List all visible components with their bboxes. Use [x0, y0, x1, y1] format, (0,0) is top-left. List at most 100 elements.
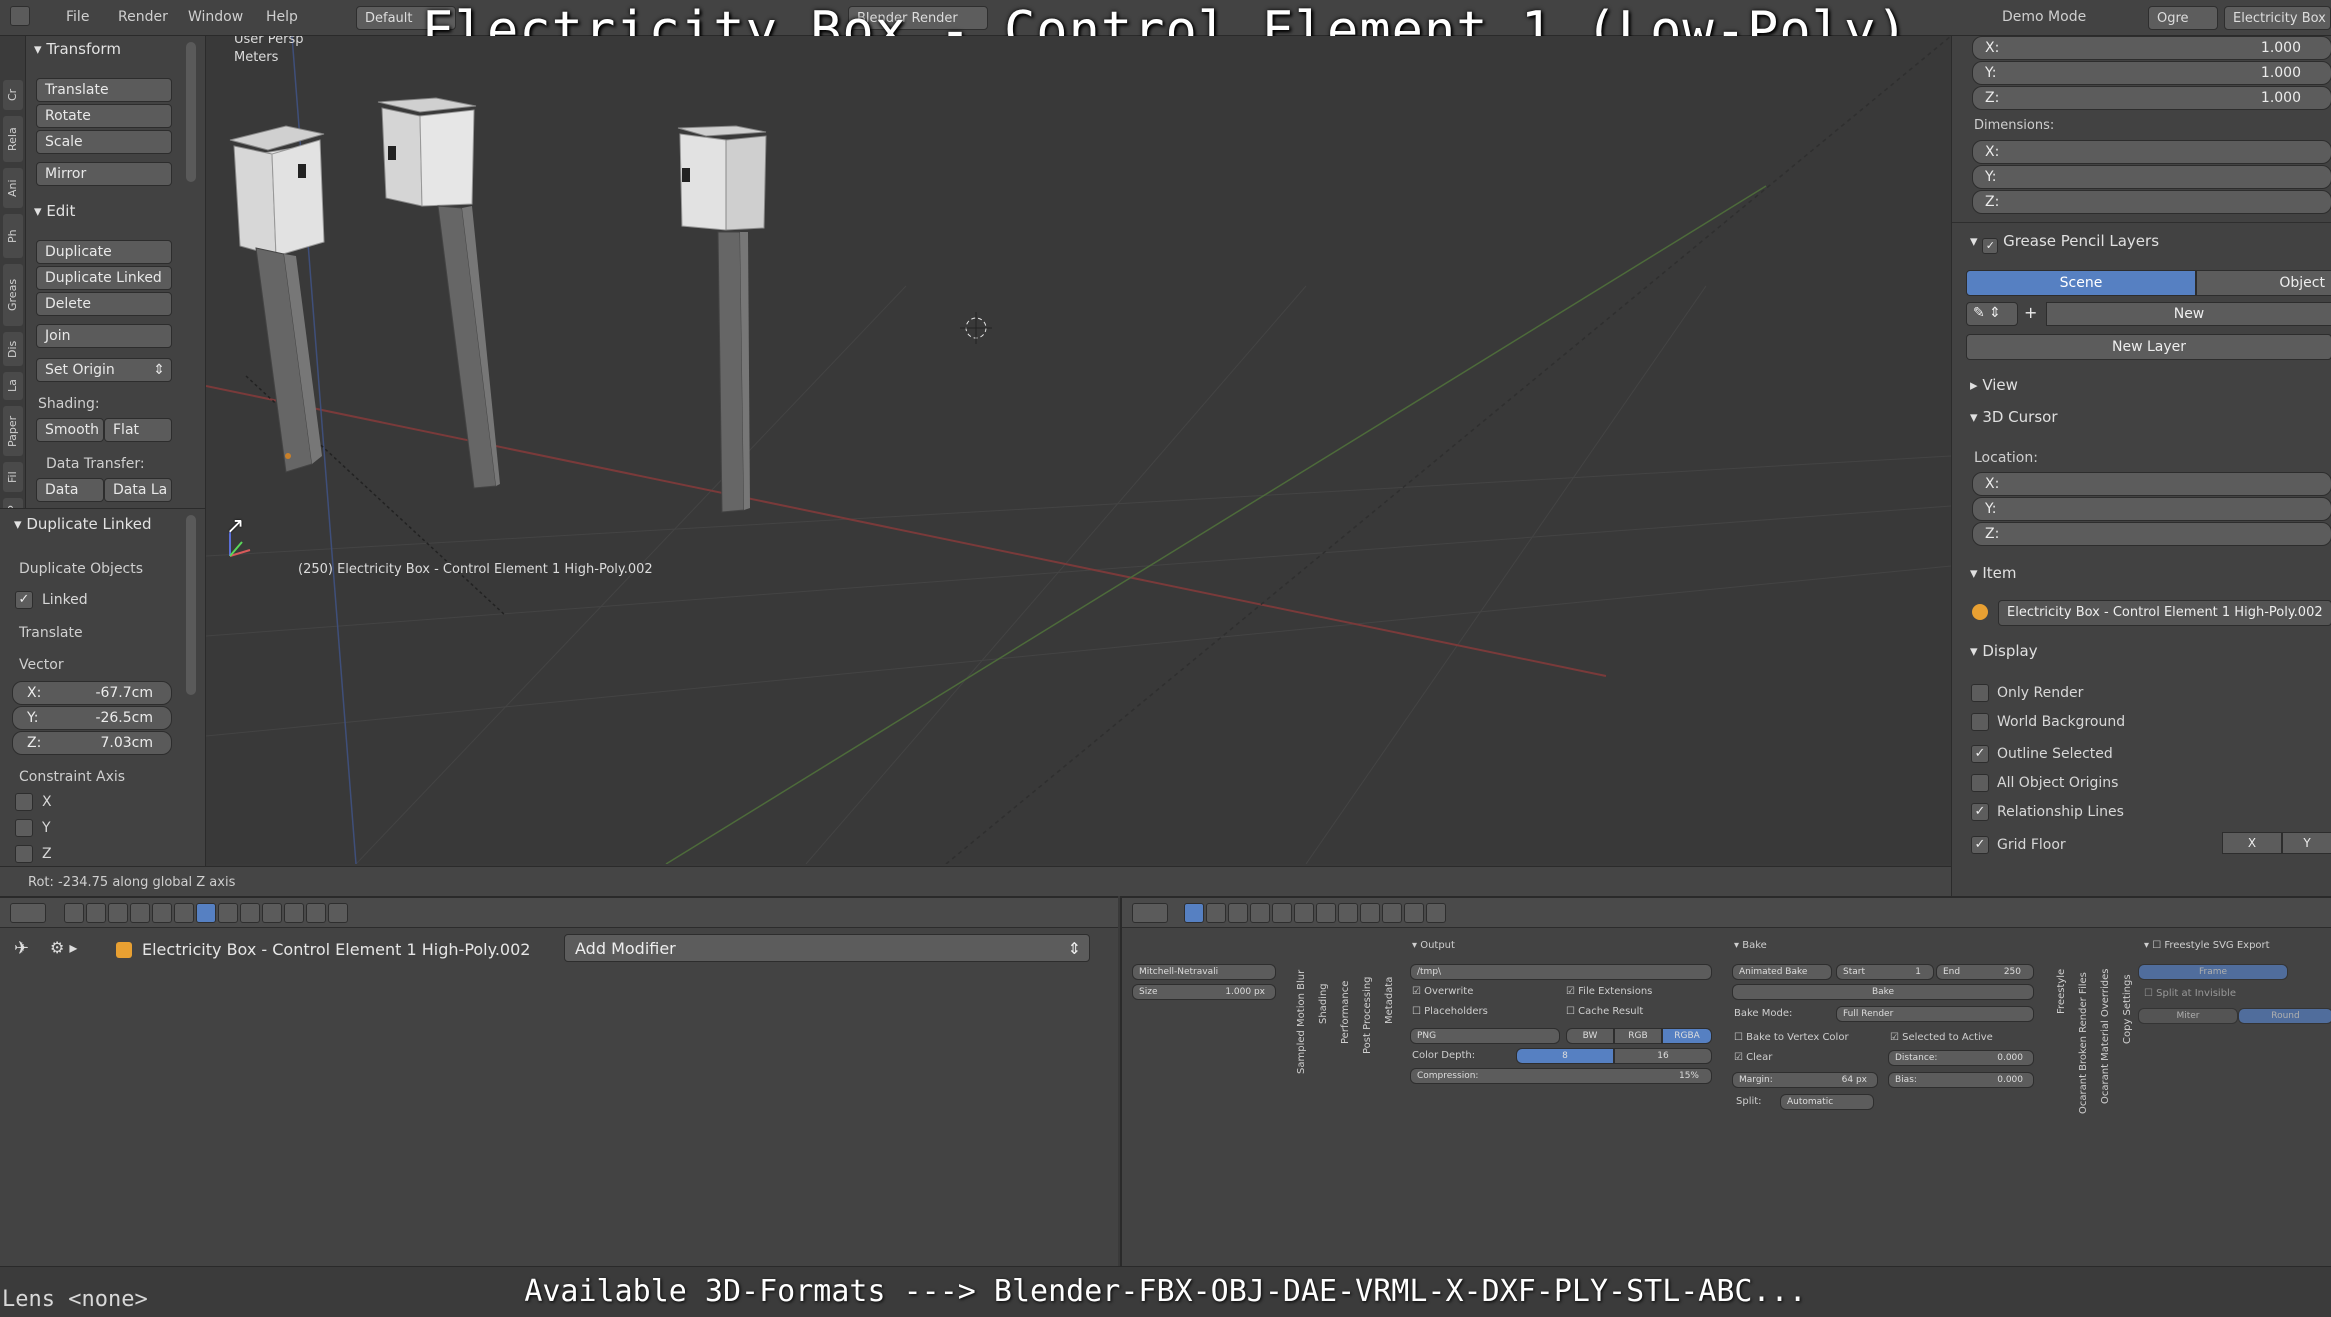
placeholders-option[interactable]: ☐ Placeholders — [1412, 1006, 1488, 1017]
grid-axis-x-toggle[interactable]: X — [2222, 832, 2282, 854]
physics-tab-icon[interactable] — [306, 903, 326, 923]
round-toggle[interactable]: Round — [2238, 1008, 2331, 1024]
cursor-z-field[interactable]: Z: — [1972, 522, 2331, 546]
margin-field[interactable]: Margin: 64 px — [1732, 1072, 1878, 1088]
texture-tab-icon[interactable] — [1382, 903, 1402, 923]
rgba-toggle[interactable]: RGBA — [1662, 1028, 1712, 1044]
modifiers-tab-icon[interactable] — [1316, 903, 1336, 923]
scene-tab-icon[interactable] — [1228, 903, 1248, 923]
compression-slider[interactable]: Compression: 15% — [1410, 1068, 1712, 1084]
scale-y-field[interactable]: Y: 1.000 — [1972, 61, 2331, 85]
pin-icon[interactable]: ✈ — [14, 938, 29, 959]
3d-cursor-panel-header[interactable]: ▾ 3D Cursor — [1970, 408, 2057, 426]
animated-bake-button[interactable]: Animated Bake — [1732, 964, 1832, 980]
render-tab-icon[interactable] — [1184, 903, 1204, 923]
world-tab-icon[interactable] — [1250, 903, 1270, 923]
data-tab-icon[interactable] — [218, 903, 238, 923]
copy-settings-tab[interactable]: Copy Settings — [2122, 964, 2133, 1044]
linked-checkbox[interactable]: ✓ — [15, 591, 33, 609]
grid-floor-checkbox[interactable]: ✓ — [1971, 836, 1989, 854]
editor-type-icon[interactable] — [1132, 903, 1168, 923]
constraint-x-checkbox[interactable] — [15, 793, 33, 811]
selected-to-active-option[interactable]: ☑ Selected to Active — [1890, 1032, 1993, 1043]
bake-mode-dropdown[interactable]: Full Render — [1836, 1006, 2034, 1022]
filter-size-field[interactable]: Size 1.000 px — [1132, 984, 1276, 1000]
data-layout-button[interactable]: Data La — [104, 478, 172, 502]
dimension-y-field[interactable]: Y: — [1972, 165, 2331, 189]
sampled-motion-blur-tab[interactable]: Sampled Motion Blur — [1296, 964, 1307, 1074]
render-layers-tab-icon[interactable] — [86, 903, 106, 923]
depth-8-toggle[interactable]: 8 — [1516, 1048, 1614, 1064]
constraints-tab-icon[interactable] — [1294, 903, 1314, 923]
performance-tab[interactable]: Performance — [1340, 964, 1351, 1044]
clear-option[interactable]: ☑ Clear — [1734, 1052, 1772, 1063]
miter-toggle[interactable]: Miter — [2138, 1008, 2238, 1024]
tab-animation[interactable]: Ani — [3, 168, 23, 208]
edit-panel-header[interactable]: ▾ Edit — [34, 202, 75, 220]
data-button[interactable]: Data — [36, 478, 104, 502]
scale-z-field[interactable]: Z: 1.000 — [1972, 86, 2331, 110]
tab-scene[interactable]: Scene — [1966, 270, 2196, 296]
relationship-lines-checkbox[interactable]: ✓ — [1971, 803, 1989, 821]
rotate-button[interactable]: Rotate — [36, 104, 172, 128]
frame-toggle[interactable]: Frame — [2138, 964, 2288, 980]
bake-vertex-color-option[interactable]: ☐ Bake to Vertex Color — [1734, 1032, 1849, 1043]
world-background-checkbox[interactable] — [1971, 713, 1989, 731]
post-processing-tab[interactable]: Post Processing — [1362, 964, 1373, 1055]
overwrite-option[interactable]: ☑ Overwrite — [1412, 986, 1473, 997]
split-invisible-option[interactable]: ☐ Split at Invisible — [2144, 988, 2236, 999]
material-tab-icon[interactable] — [1360, 903, 1380, 923]
3d-cursor-icon[interactable] — [960, 312, 992, 344]
only-render-checkbox[interactable] — [1971, 684, 1989, 702]
transform-panel-header[interactable]: ▾ Transform — [34, 40, 121, 58]
output-panel-header[interactable]: ▾ Output — [1412, 940, 1455, 951]
set-origin-dropdown[interactable]: Set Origin ⇕ — [36, 358, 172, 382]
outline-selected-checkbox[interactable]: ✓ — [1971, 745, 1989, 763]
render-tab-icon[interactable] — [64, 903, 84, 923]
smooth-button[interactable]: Smooth — [36, 418, 104, 442]
object-name-field[interactable]: Electricity Box - Control Element 1 High… — [1998, 600, 2331, 626]
world-tab-icon[interactable] — [130, 903, 150, 923]
3d-viewport[interactable]: User Persp Meters (250) Electricity Box … — [206, 36, 1951, 864]
constraint-y-checkbox[interactable] — [15, 819, 33, 837]
vector-y-field[interactable]: Y: -26.5cm — [12, 706, 172, 730]
particles-tab-icon[interactable] — [1404, 903, 1424, 923]
display-panel-header[interactable]: ▾ Display — [1970, 642, 2038, 660]
constraints-tab-icon[interactable] — [174, 903, 194, 923]
bias-field[interactable]: Bias: 0.000 — [1888, 1072, 2034, 1088]
electricity-box-1[interactable] — [229, 125, 325, 473]
scale-x-field[interactable]: X: 1.000 — [1972, 36, 2331, 60]
bake-end-field[interactable]: End 250 — [1936, 964, 2034, 980]
tab-physics[interactable]: Ph — [3, 214, 23, 258]
tab-file[interactable]: Fil — [3, 462, 23, 492]
duplicate-linked-button[interactable]: Duplicate Linked — [36, 266, 172, 290]
object-tab-icon[interactable] — [1272, 903, 1292, 923]
tab-display[interactable]: Dis — [3, 332, 23, 366]
add-icon[interactable]: + — [2020, 302, 2044, 326]
texture-tab-icon[interactable] — [262, 903, 282, 923]
electricity-box-3[interactable] — [677, 125, 767, 513]
file-extensions-option[interactable]: ☑ File Extensions — [1566, 986, 1652, 997]
bw-toggle[interactable]: BW — [1566, 1028, 1614, 1044]
tab-create[interactable]: Cr — [3, 80, 23, 110]
extra-tab-icon[interactable] — [328, 903, 348, 923]
all-object-origins-checkbox[interactable] — [1971, 774, 1989, 792]
grease-pencil-layers-header[interactable]: ▾ ✓ Grease Pencil Layers — [1970, 232, 2159, 254]
freestyle-svg-panel-header[interactable]: ▾ ☐ Freestyle SVG Export — [2144, 940, 2270, 951]
tab-layers[interactable]: La — [3, 372, 23, 400]
material-tab-icon[interactable] — [240, 903, 260, 923]
editor-type-icon[interactable] — [10, 903, 46, 923]
bake-start-field[interactable]: Start 1 — [1836, 964, 1934, 980]
new-layer-button[interactable]: New Layer — [1966, 334, 2331, 360]
constraint-z-checkbox[interactable] — [15, 845, 33, 863]
duplicate-button[interactable]: Duplicate — [36, 240, 172, 264]
freestyle-tab[interactable]: Freestyle — [2056, 964, 2067, 1014]
shading-tab[interactable]: Shading — [1318, 964, 1329, 1024]
grid-axis-y-toggle[interactable]: Y — [2282, 832, 2331, 854]
duplicate-linked-panel-header[interactable]: ▾ Duplicate Linked — [14, 515, 151, 533]
pencil-icon[interactable]: ✎ ⇕ — [1966, 302, 2018, 326]
bake-button[interactable]: Bake — [1732, 984, 2034, 1000]
electricity-box-2[interactable] — [377, 97, 500, 489]
tab-relations[interactable]: Rela — [3, 116, 23, 162]
bake-panel-header[interactable]: ▾ Bake — [1734, 940, 1767, 951]
